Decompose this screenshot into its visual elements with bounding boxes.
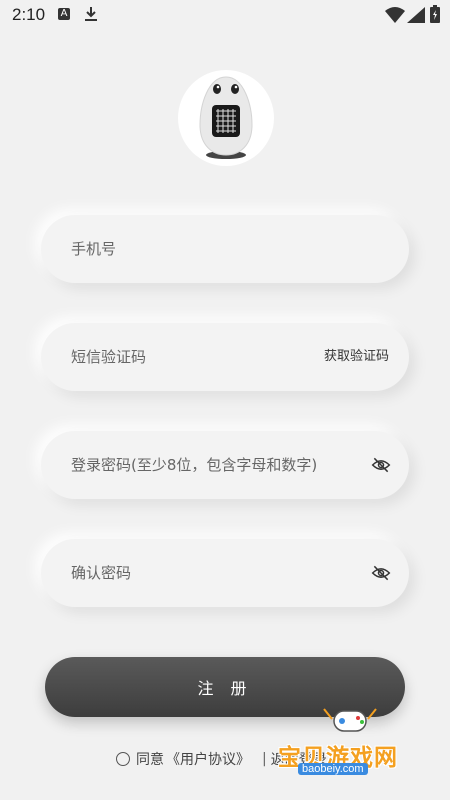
confirm-password-input[interactable]	[71, 539, 311, 607]
download-icon	[85, 7, 97, 21]
back-to-login-link[interactable]: 返回登录	[271, 749, 327, 769]
eye-slash-icon[interactable]	[371, 564, 391, 582]
wifi-icon	[385, 7, 405, 23]
robot-egg-icon	[199, 76, 253, 159]
agree-radio[interactable]	[116, 752, 130, 766]
sms-code-field: 获取验证码	[41, 323, 409, 391]
battery-icon	[430, 5, 440, 23]
confirm-password-field	[41, 539, 409, 607]
user-agreement-link[interactable]: 《用户协议》	[166, 749, 250, 769]
sms-code-input[interactable]	[71, 323, 311, 391]
status-bar: 2:10 A	[0, 0, 450, 30]
register-button[interactable]: 注 册	[45, 657, 405, 717]
phone-field	[41, 215, 409, 283]
status-time: 2:10	[12, 5, 46, 24]
agree-label: 同意	[136, 752, 164, 768]
agreement-row: 同意 《用户协议》 | 返回登录	[116, 748, 327, 770]
password-field	[41, 431, 409, 499]
a-badge-icon: A	[58, 8, 70, 20]
eye-slash-icon[interactable]	[371, 456, 391, 474]
signal-icon	[407, 7, 425, 23]
app-logo-avatar	[178, 70, 274, 166]
divider: |	[262, 751, 267, 767]
password-input[interactable]	[71, 431, 371, 499]
register-screen: 2:10 A 手机号 短信验证码 获取验证码 注 册 同意 《用户协议》 | 返…	[0, 0, 450, 800]
get-code-button[interactable]: 获取验证码	[324, 323, 389, 391]
phone-input[interactable]	[71, 215, 311, 283]
